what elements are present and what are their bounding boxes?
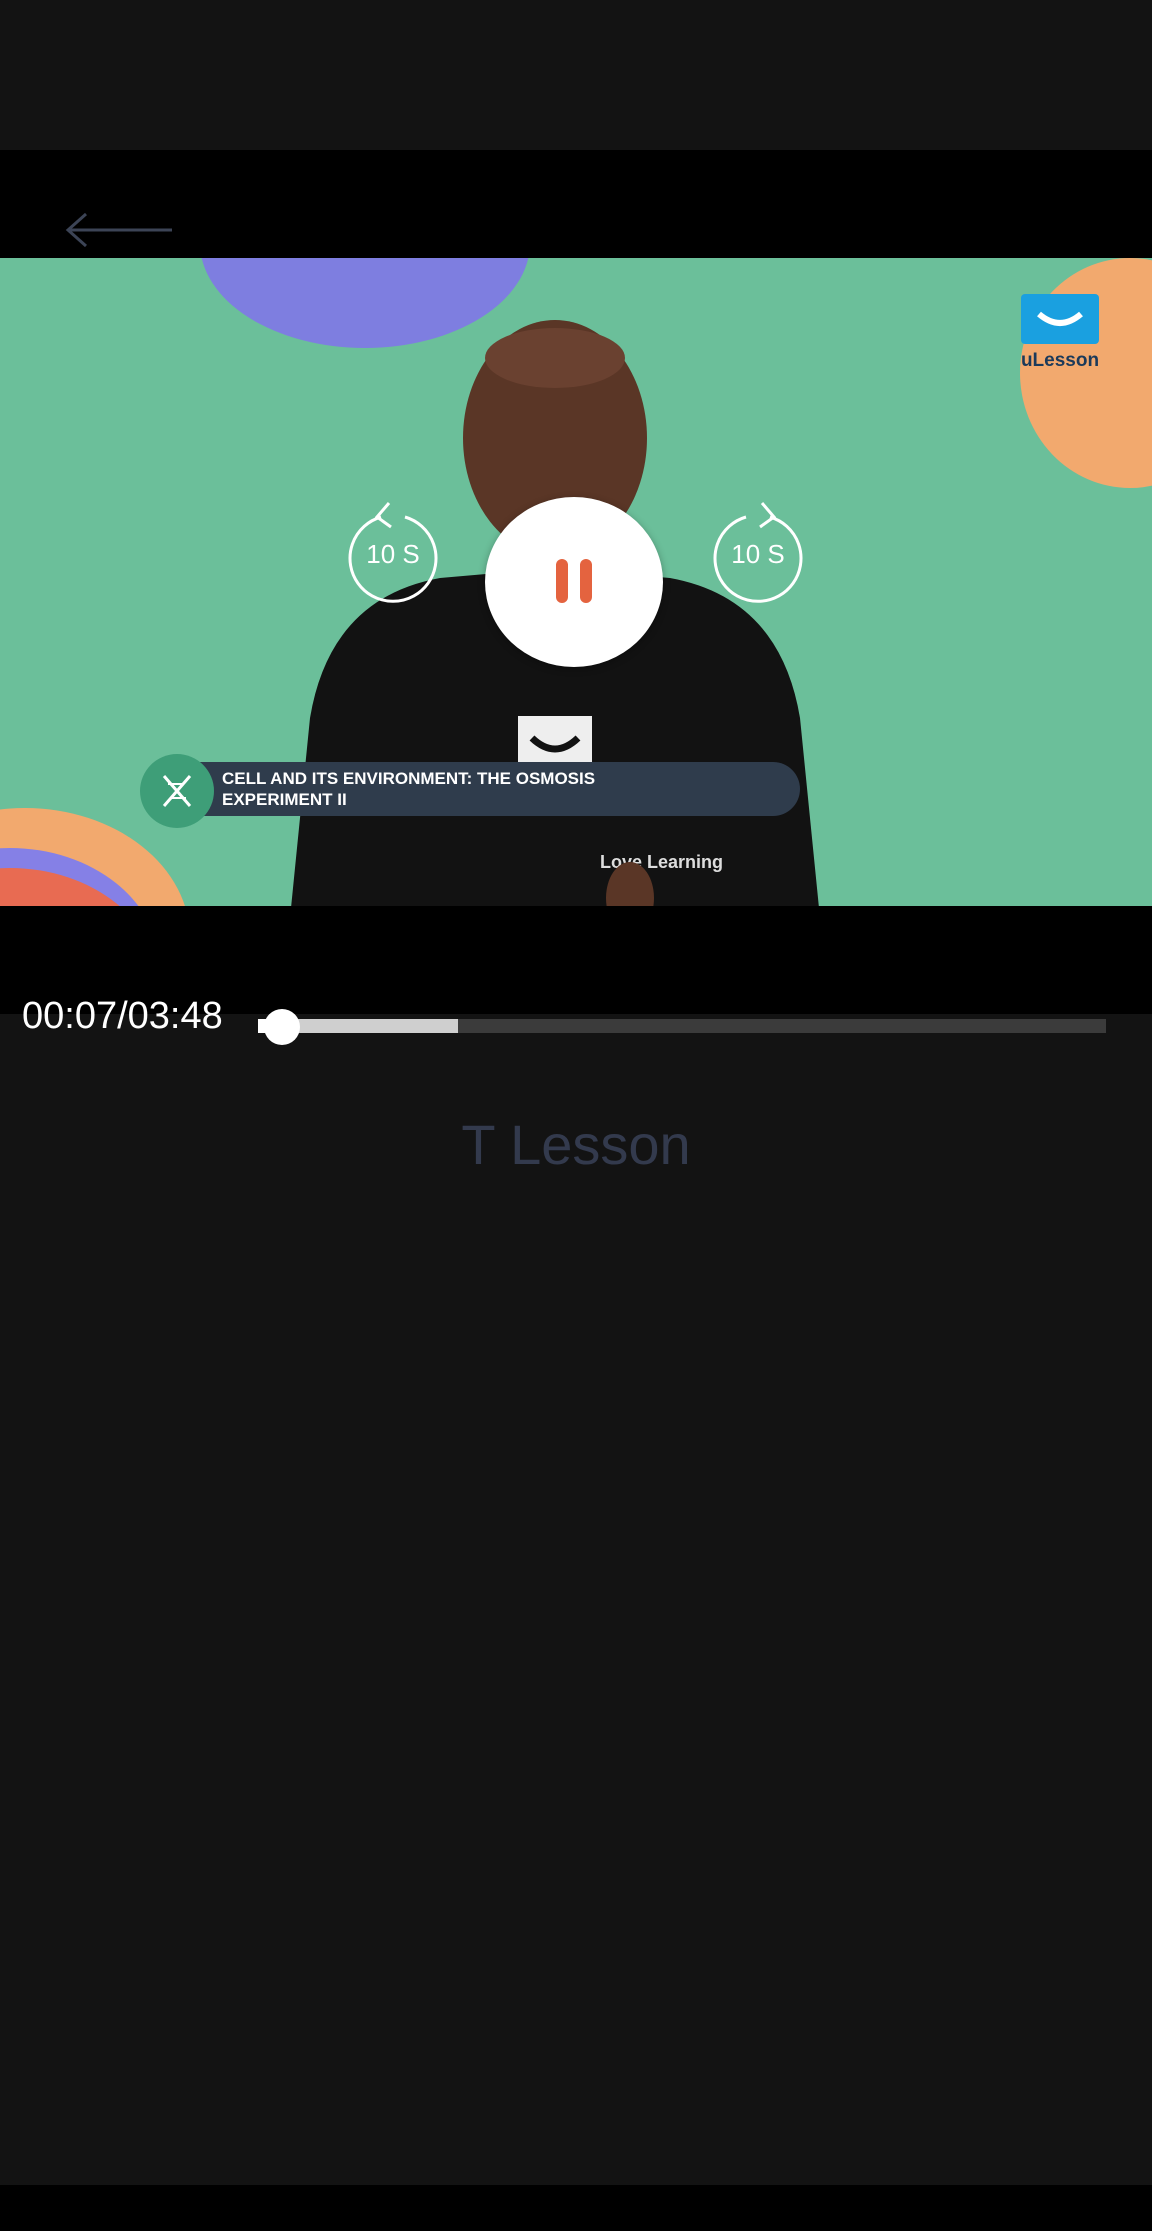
lesson-title: T Lesson <box>461 1113 691 1176</box>
status-bar <box>0 0 1152 150</box>
forward-label: 10 S <box>731 539 785 569</box>
seek-bar[interactable] <box>258 1019 1106 1033</box>
arrow-left-icon <box>65 212 172 248</box>
ulesson-logo: uLesson <box>1015 294 1105 384</box>
rewind-10s-button[interactable]: 10 S <box>345 493 441 603</box>
lesson-caption: CELL AND ITS ENVIRONMENT: THE OSMOSIS EX… <box>140 754 800 828</box>
time-display: 00:07/03:48 <box>22 995 223 1037</box>
system-nav-bar <box>0 2185 1152 2231</box>
logo-text: uLesson <box>1020 350 1100 371</box>
seek-thumb[interactable] <box>264 1009 300 1045</box>
pause-button[interactable] <box>485 497 663 667</box>
dna-icon <box>162 775 192 807</box>
caption-text: CELL AND ITS ENVIRONMENT: THE OSMOSIS EX… <box>222 769 596 809</box>
rewind-label: 10 S <box>366 539 420 569</box>
back-button[interactable] <box>60 200 180 260</box>
forward-10s-button[interactable]: 10 S <box>710 493 806 603</box>
